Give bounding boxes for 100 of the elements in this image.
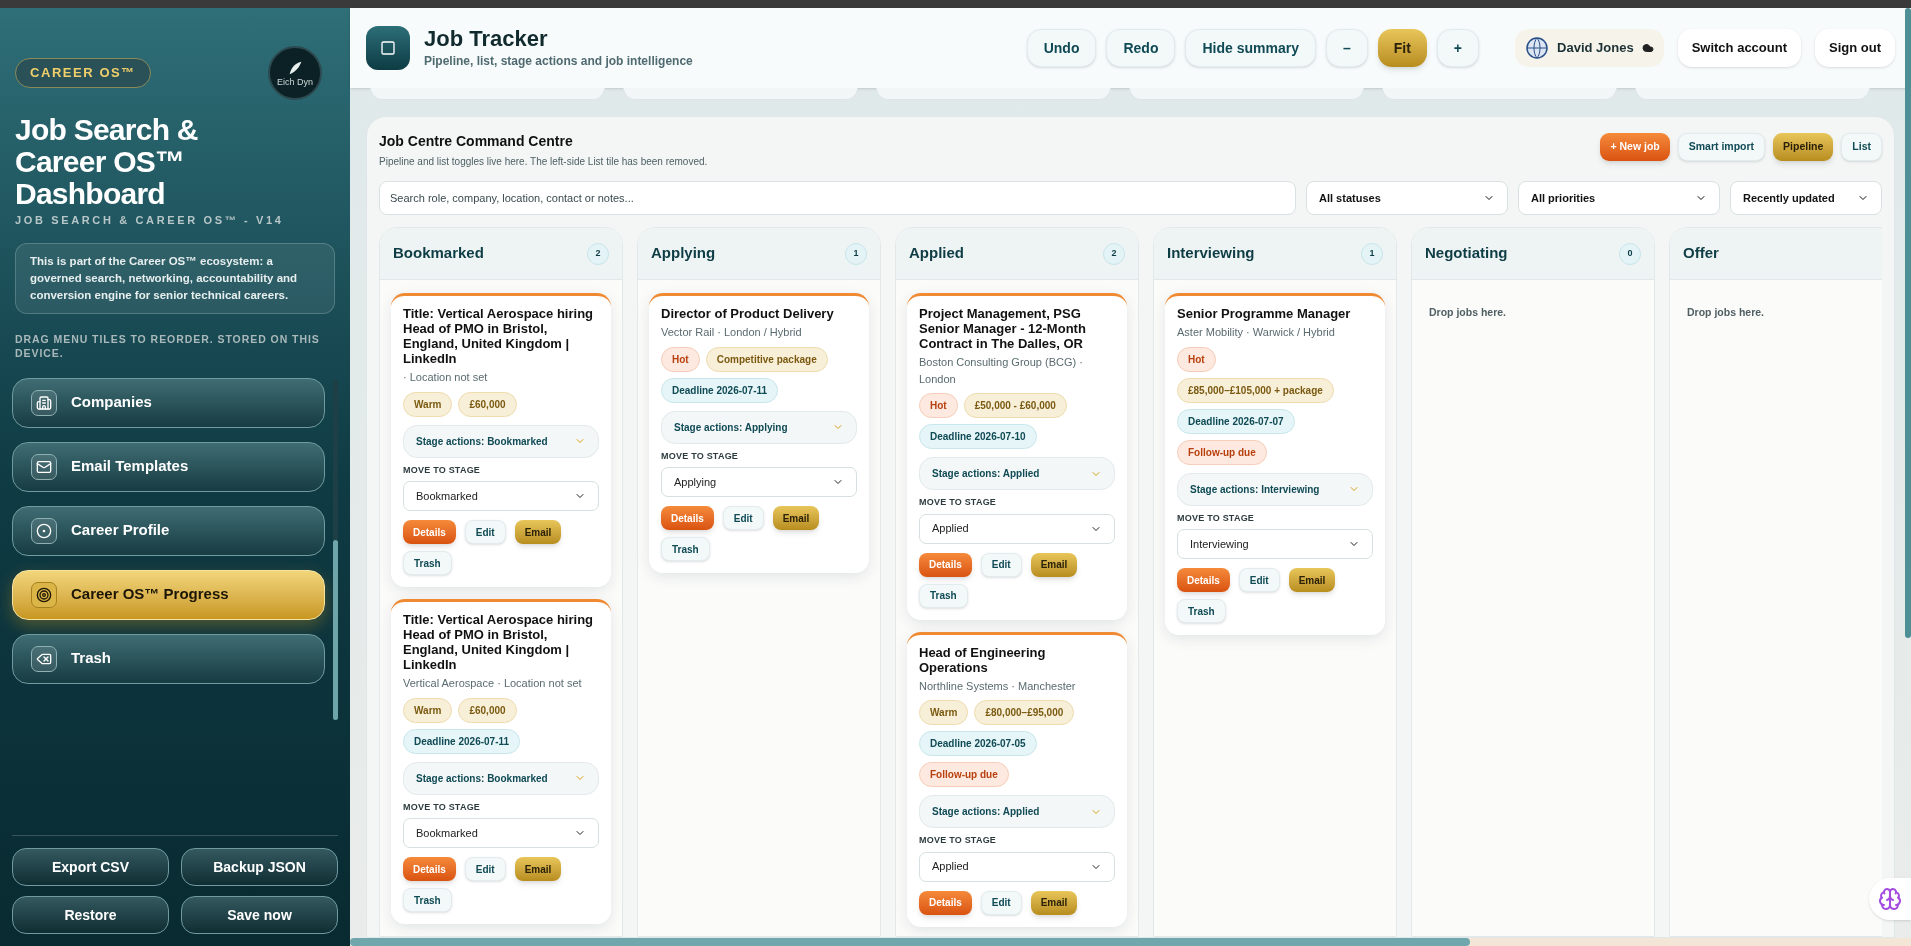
card-button[interactable]: Trash <box>403 551 452 575</box>
data-button[interactable]: Save now <box>181 896 338 934</box>
job-title: Senior Programme Manager <box>1177 306 1352 321</box>
column-title: Interviewing <box>1167 243 1255 264</box>
nav-tile[interactable]: Career OS™ Progress <box>12 569 325 620</box>
dashboard-title: Job Search & Career OS™ Dashboard <box>14 114 199 210</box>
toolbar-button[interactable]: Redo <box>1106 29 1176 67</box>
stage-select[interactable]: Interviewing <box>1177 529 1373 559</box>
nav-tile[interactable]: Career Profile <box>12 505 325 556</box>
filter-select[interactable]: Recently updated <box>1730 181 1882 215</box>
field-label: MOVE TO STAGE <box>661 449 740 463</box>
card-button[interactable]: Trash <box>403 888 452 912</box>
logo-caption: Eich Dyn <box>277 77 313 87</box>
stage-actions-toggle[interactable]: Stage actions: Applied <box>919 457 1115 490</box>
count-badge: 2 <box>587 242 609 265</box>
stage-actions-toggle[interactable]: Stage actions: Bookmarked <box>403 761 599 795</box>
brand-badge: CAREER OS™ <box>15 58 151 88</box>
card-button[interactable]: Edit <box>1238 568 1280 592</box>
data-button[interactable]: Backup JSON <box>181 848 338 886</box>
toolbar-button[interactable]: Undo <box>1026 29 1097 67</box>
toolbar-button[interactable]: Hide summary <box>1185 29 1316 67</box>
account-button[interactable]: Sign out <box>1815 29 1895 67</box>
card-button[interactable]: Email <box>772 506 820 530</box>
view-toggle[interactable]: List <box>1841 133 1882 161</box>
tag: £85,000–£105,000 + package <box>1177 377 1334 403</box>
card-button[interactable]: Edit <box>464 857 506 881</box>
count-badge: 1 <box>1361 242 1383 265</box>
job-card[interactable]: Director of Product Delivery Vector Rail · London / Hybrid Hot Competitive package Deadline 2026-07-11 Stage actions: Applying MOVE TO STAGE Applying Details Edit Email Trash <box>649 293 869 573</box>
stage-actions-toggle[interactable]: Stage actions: Interviewing <box>1177 472 1373 506</box>
toolbar-button[interactable]: – <box>1325 29 1368 67</box>
count-badge: 2 <box>1103 242 1125 265</box>
toolbar-button[interactable]: Fit <box>1377 29 1427 67</box>
stage-actions-toggle[interactable]: Stage actions: Applying <box>661 410 857 444</box>
nav-tile[interactable]: Email Templates <box>12 441 325 492</box>
job-title: Title: Vertical Aerospace hiring Head of PMO in Bristol, England, United Kingdom | LinkedIn <box>403 612 594 672</box>
count-badge: 1 <box>845 242 867 265</box>
filter-select[interactable]: All priorities <box>1518 181 1720 215</box>
user-chip[interactable]: David Jones <box>1515 29 1664 67</box>
view-toggle[interactable]: Pipeline <box>1773 133 1834 161</box>
assistant-button[interactable] <box>1869 878 1911 920</box>
nav-tile[interactable]: Companies <box>12 377 325 428</box>
search-field[interactable]: Search role, company, location, contact or notes... <box>379 181 1296 215</box>
brain-icon <box>1878 887 1902 911</box>
job-card[interactable] <box>907 293 1127 620</box>
field-label: MOVE TO STAGE <box>403 463 482 477</box>
stage-select[interactable]: Bookmarked <box>403 481 599 511</box>
card-button[interactable]: Edit <box>980 890 1022 915</box>
card-button[interactable]: Trash <box>919 583 968 608</box>
field-label: MOVE TO STAGE <box>403 800 482 814</box>
dashboard-subtitle: JOB SEARCH & CAREER OS™ - V14 <box>14 213 285 228</box>
tag: Deadline 2026-07-11 <box>661 377 779 403</box>
filter-select[interactable]: All statuses <box>1306 181 1508 215</box>
stage-actions-toggle[interactable]: Stage actions: Applied <box>919 795 1115 828</box>
job-card[interactable]: Title: Vertical Aerospace hiring Head of PMO in Bristol, England, United Kingdom | LinkedIn · Location not set Warm £60,000 Stage actions: Bookmarked MOVE TO STAGE Bookmarked Details Edit Email Trash <box>391 293 611 587</box>
panel-note: Pipeline and list toggles live here. The left-side List tile has been removed. <box>379 155 708 169</box>
field-label: MOVE TO STAGE <box>1177 511 1256 525</box>
toolbar-button[interactable]: + <box>1436 29 1480 67</box>
tag: £60,000 <box>458 697 517 723</box>
card-button[interactable]: Trash <box>1177 599 1226 623</box>
horizontal-scrollbar[interactable] <box>350 938 1911 946</box>
card-button[interactable]: Trash <box>661 537 710 561</box>
stage-select[interactable]: Bookmarked <box>403 818 599 848</box>
data-button[interactable]: Restore <box>12 896 169 934</box>
job-card[interactable]: Head of Engineering Operations Northline Systems · Manchester Warm £80,000–£95,000 Deadline 2026-07-05 Follow-up due Stage actions: Applied MOVE TO STAGE Applied Details Edit Email <box>907 631 1127 927</box>
tag: Deadline 2026-07-10 <box>919 424 1037 449</box>
job-card[interactable] <box>1165 293 1385 635</box>
empty-hint: Drop jobs here. <box>1686 305 1765 320</box>
globe-logo-icon <box>1525 36 1550 60</box>
card-button[interactable]: Email <box>1030 890 1078 915</box>
job-meta: Northline Systems · Manchester <box>919 678 1077 694</box>
data-button[interactable]: Export CSV <box>12 848 169 886</box>
account-button[interactable]: Switch account <box>1677 29 1801 67</box>
target-icon <box>36 586 52 603</box>
card-button[interactable]: Edit <box>722 506 764 530</box>
card-button[interactable]: Email <box>514 520 562 544</box>
tag: Deadline 2026-07-05 <box>919 731 1037 756</box>
tag: Warm <box>919 700 969 725</box>
card-button[interactable]: Edit <box>464 520 506 544</box>
tag: Hot <box>919 393 958 418</box>
job-card[interactable] <box>391 599 611 924</box>
page-title: Job Tracker <box>424 26 549 52</box>
job-meta: · Location not set <box>403 370 489 385</box>
job-title: Project Management, PSG Senior Manager - 12-Month Contract in The Dalles, OR <box>919 306 1087 351</box>
vertical-scrollbar[interactable] <box>1905 8 1911 638</box>
tag: £60,000 <box>458 391 517 417</box>
stage-actions-toggle[interactable]: Stage actions: Bookmarked <box>403 424 599 458</box>
panel-title: Job Centre Command Centre <box>379 132 574 151</box>
tag: Follow-up due <box>919 762 1009 787</box>
scrollbar[interactable] <box>333 379 338 720</box>
nav-tile[interactable]: Trash <box>12 633 325 684</box>
card-button[interactable]: Email <box>514 857 562 881</box>
stage-select[interactable]: Applied <box>919 851 1115 882</box>
panel-button[interactable]: Smart import <box>1677 133 1766 161</box>
stage-select[interactable]: Applied <box>919 513 1115 544</box>
card-button[interactable]: Email <box>1030 552 1078 577</box>
tag: Warm <box>403 391 453 417</box>
card-button[interactable]: Email <box>1288 568 1336 592</box>
card-button[interactable]: Edit <box>980 552 1022 577</box>
job-title: Director of Product Delivery <box>661 306 835 321</box>
stage-select[interactable]: Applying <box>661 467 857 497</box>
